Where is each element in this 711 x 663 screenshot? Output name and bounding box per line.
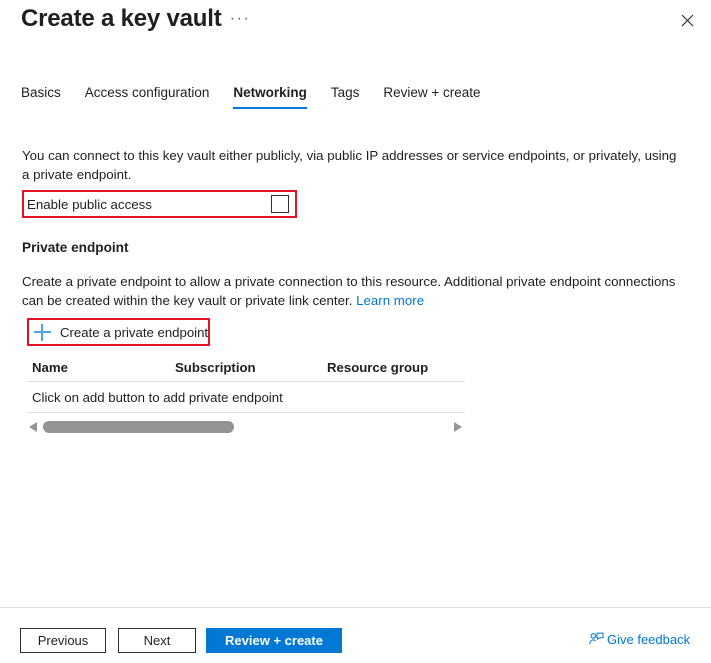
- tab-label: Basics: [21, 85, 61, 100]
- tab-access-configuration[interactable]: Access configuration: [73, 85, 222, 109]
- private-endpoint-table: Name Subscription Resource group Click o…: [27, 353, 465, 435]
- scrollbar-track[interactable]: [43, 421, 449, 433]
- previous-button[interactable]: Previous: [20, 628, 106, 653]
- scrollbar-thumb[interactable]: [43, 421, 234, 433]
- give-feedback-label: Give feedback: [607, 632, 691, 647]
- tab-networking[interactable]: Networking: [221, 85, 319, 109]
- feedback-person-icon: [589, 632, 604, 645]
- tab-label: Access configuration: [84, 85, 210, 100]
- private-endpoint-description: Create a private endpoint to allow a pri…: [22, 272, 694, 310]
- scroll-right-arrow-icon[interactable]: [452, 419, 465, 435]
- page-header: Create a key vault ···: [0, 0, 711, 62]
- review-create-button[interactable]: Review + create: [206, 628, 342, 653]
- wizard-tabs: Basics Access configuration Networking T…: [0, 85, 711, 117]
- learn-more-link[interactable]: Learn more: [356, 293, 424, 308]
- networking-intro-text: You can connect to this key vault either…: [22, 148, 677, 182]
- table-empty-message: Click on add button to add private endpo…: [27, 382, 465, 413]
- next-button[interactable]: Next: [118, 628, 196, 653]
- give-feedback-link[interactable]: Give feedback: [589, 632, 690, 647]
- table-header-row: Name Subscription Resource group: [27, 353, 465, 382]
- column-header-subscription: Subscription: [175, 359, 256, 375]
- page-title: Create a key vault: [21, 5, 222, 32]
- private-endpoint-description-text: Create a private endpoint to allow a pri…: [22, 274, 676, 308]
- close-icon[interactable]: [673, 6, 701, 34]
- scroll-left-arrow-icon[interactable]: [27, 419, 40, 435]
- tab-review-create[interactable]: Review + create: [371, 85, 492, 109]
- tab-basics[interactable]: Basics: [21, 85, 73, 109]
- annotation-highlight-create-private-endpoint: [27, 318, 210, 346]
- more-options-icon[interactable]: ···: [227, 11, 253, 34]
- wizard-footer: Previous Next Review + create Give feedb…: [0, 607, 711, 663]
- table-horizontal-scrollbar[interactable]: [27, 419, 465, 435]
- tab-label: Review + create: [383, 85, 481, 100]
- annotation-highlight-public-access: [22, 190, 297, 218]
- tab-label: Tags: [330, 85, 360, 100]
- private-endpoint-heading: Private endpoint: [22, 240, 129, 255]
- column-header-resource-group: Resource group: [327, 359, 429, 375]
- tab-label: Networking: [233, 85, 307, 100]
- tab-tags[interactable]: Tags: [319, 85, 372, 109]
- column-header-name: Name: [32, 359, 68, 375]
